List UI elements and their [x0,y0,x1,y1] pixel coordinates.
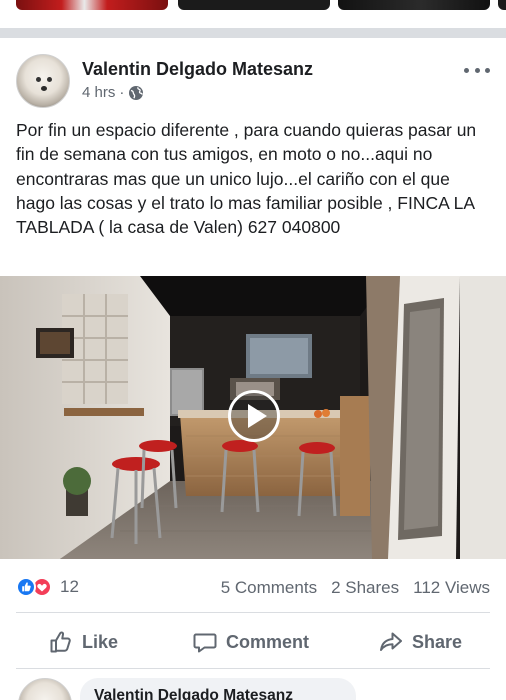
like-button[interactable]: Like [48,622,118,662]
story-thumbnail[interactable] [16,0,168,10]
shares-count[interactable]: 2 Shares [331,578,399,598]
post-stats: 12 5 Comments 2 Shares 112 Views [16,574,490,602]
author-avatar[interactable] [16,54,70,108]
comment-button[interactable]: Comment [192,622,309,662]
author-name[interactable]: Valentin Delgado Matesanz [82,59,313,80]
share-button[interactable]: Share [378,622,462,662]
stories-strip [0,0,506,14]
comments-divider [16,668,490,669]
actions-divider [16,612,490,613]
feed-divider [0,28,506,38]
globe-icon [129,85,144,100]
comment-label: Comment [226,631,310,652]
post-actions: Like Comment Share [16,622,490,662]
meta-separator: · [119,84,125,101]
post-meta: 4 hrs · [82,84,144,101]
like-label: Like [82,631,119,652]
comment-preview: Valentin Delgado Matesanz [16,678,490,700]
comment-icon [193,633,217,653]
reactions-summary[interactable]: 12 [16,577,79,597]
views-count: 112 Views [413,578,490,597]
comments-count[interactable]: 5 Comments [221,578,317,598]
commenter-avatar[interactable] [18,678,72,700]
share-label: Share [412,631,463,652]
post-header: Valentin Delgado Matesanz 4 hrs · [16,54,490,110]
thumbs-up-icon [50,631,71,653]
more-horizontal-icon[interactable] [464,60,490,80]
engagement-stats: 5 Comments 2 Shares 112 Views [221,578,490,598]
story-thumbnail[interactable] [338,0,490,10]
story-thumbnail[interactable] [498,0,506,10]
play-icon [248,404,267,428]
story-thumbnail[interactable] [178,0,330,10]
post-time[interactable]: 4 hrs [82,84,115,101]
reaction-count: 12 [60,577,79,596]
play-button[interactable] [228,390,280,442]
commenter-name[interactable]: Valentin Delgado Matesanz [94,687,293,700]
like-reaction-icon [16,577,36,597]
post-text: Por fin un espacio diferente , para cuan… [16,120,477,238]
share-arrow-icon [380,632,402,651]
comment-bubble[interactable]: Valentin Delgado Matesanz [80,678,356,700]
